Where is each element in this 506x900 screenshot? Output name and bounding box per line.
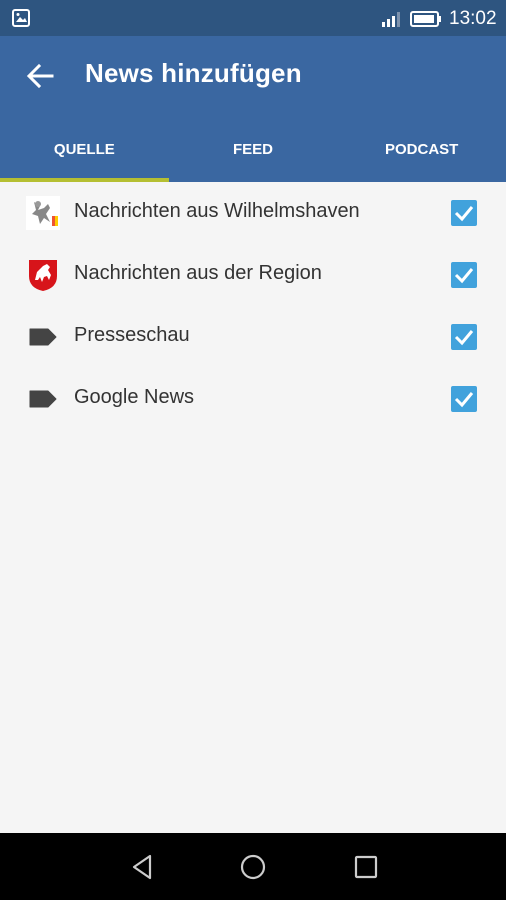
niedersachsen-crest-icon	[29, 260, 57, 291]
toolbar: News hinzufügen QUELLE FEED PODCAST	[0, 36, 506, 182]
status-bar: 13:02	[0, 0, 506, 36]
tag-icon	[29, 328, 57, 346]
status-time: 13:02	[449, 8, 497, 29]
checkbox[interactable]	[451, 200, 477, 226]
tab-label: PODCAST	[385, 140, 459, 158]
tab-label: FEED	[233, 140, 274, 158]
checkbox[interactable]	[451, 262, 477, 288]
navigation-bar	[0, 833, 506, 900]
gallery-icon	[12, 9, 30, 27]
checkbox[interactable]	[451, 324, 477, 350]
list-item-label: Nachrichten aus Wilhelmshaven	[74, 200, 360, 222]
tab-podcast[interactable]: PODCAST	[337, 126, 506, 182]
list-item-label: Presseschau	[74, 324, 190, 346]
tab-label: QUELLE	[53, 140, 115, 158]
nav-back-icon[interactable]	[128, 853, 156, 881]
list-item-label: Nachrichten aus der Region	[74, 262, 322, 284]
list-item-label: Google News	[74, 386, 195, 408]
list-item[interactable]: Google News	[0, 368, 506, 430]
wilhelmshaven-crest-icon	[26, 196, 60, 230]
checkbox[interactable]	[451, 386, 477, 412]
back-arrow-icon[interactable]	[22, 60, 58, 92]
list-item[interactable]: Presseschau	[0, 306, 506, 368]
page-title: News hinzufügen	[85, 58, 302, 88]
tag-icon	[29, 390, 57, 408]
tab-bar: QUELLE FEED PODCAST	[0, 126, 506, 182]
source-list: Nachrichten aus Wilhelmshaven Nachrichte…	[0, 182, 506, 430]
signal-icon	[382, 12, 400, 27]
list-item[interactable]: Nachrichten aus Wilhelmshaven	[0, 182, 506, 244]
battery-icon	[410, 11, 441, 27]
list-item[interactable]: Nachrichten aus der Region	[0, 244, 506, 306]
nav-recents-icon[interactable]	[352, 853, 380, 881]
tab-feed[interactable]: FEED	[169, 126, 338, 182]
tab-quelle[interactable]: QUELLE	[0, 126, 169, 182]
nav-home-icon[interactable]	[239, 853, 267, 881]
